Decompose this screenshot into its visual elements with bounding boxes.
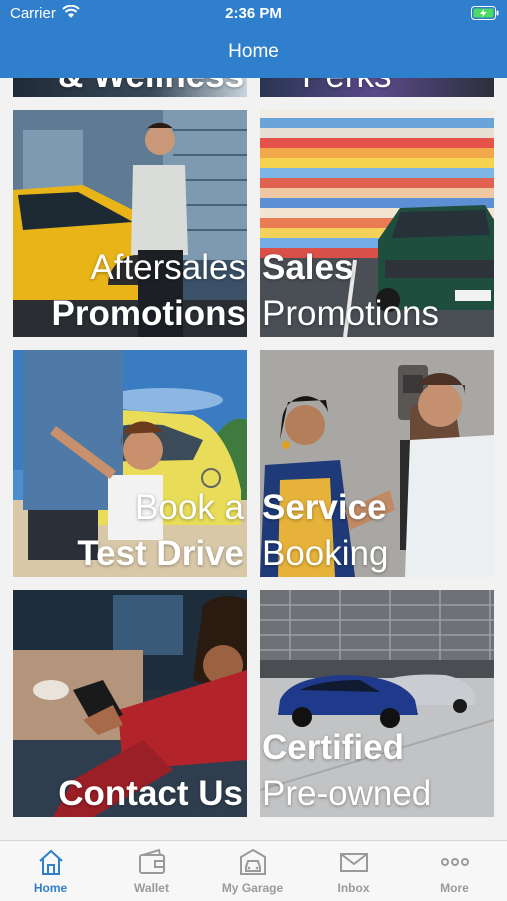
- tab-bar: Home Wallet My Garage Inbox More: [0, 840, 507, 901]
- tile-service-line1: Service: [262, 488, 387, 527]
- tile-aftersales-line2: Promotions: [51, 294, 246, 333]
- tile-perks[interactable]: Perks: [260, 78, 494, 97]
- tile-sales-line2: Promotions: [262, 294, 440, 333]
- tile-sales-line1: Sales: [262, 248, 354, 287]
- tile-service-line2: Booking: [262, 534, 389, 573]
- tile-wellness[interactable]: & Wellness: [13, 78, 247, 97]
- tile-wellness-label: & Wellness: [58, 78, 244, 97]
- tab-home-label: Home: [33, 881, 68, 895]
- tile-certified-line1: Certified: [262, 728, 404, 767]
- wallet-icon: [139, 848, 165, 874]
- status-bar: Carrier 2:36 PM: [0, 0, 507, 28]
- tile-certified-line2: Pre-owned: [262, 774, 432, 813]
- page-title: Home: [228, 41, 279, 62]
- battery-icon: [471, 6, 499, 20]
- tile-test-drive-line2: Test Drive: [77, 534, 244, 573]
- garage-icon: [240, 848, 266, 875]
- tab-inbox[interactable]: Inbox: [303, 841, 404, 901]
- tile-perks-label: Perks: [302, 78, 391, 97]
- tile-certified-pre-owned[interactable]: Certified Pre-owned: [260, 590, 494, 817]
- home-icon: [39, 849, 63, 875]
- tile-contact-us-label: Contact Us: [58, 774, 243, 813]
- inbox-icon: [340, 853, 368, 872]
- tile-test-drive-line1: Book a: [135, 488, 244, 527]
- tile-service-booking[interactable]: Service Booking: [260, 350, 494, 577]
- tile-grid[interactable]: & Wellness Perks Afters: [0, 78, 507, 840]
- tile-sales-promotions[interactable]: Sales Promotions: [260, 110, 494, 337]
- tab-wallet-label: Wallet: [134, 881, 169, 895]
- tab-more[interactable]: More: [404, 841, 505, 901]
- tab-my-garage[interactable]: My Garage: [202, 841, 303, 901]
- more-icon: [441, 858, 469, 866]
- tab-more-label: More: [440, 881, 469, 895]
- nav-bar: Home: [0, 28, 507, 78]
- tile-aftersales-line1: Aftersales: [90, 248, 246, 287]
- tile-aftersales-promotions[interactable]: Aftersales Promotions: [13, 110, 247, 337]
- tab-home[interactable]: Home: [0, 841, 101, 901]
- tile-book-test-drive[interactable]: Book a Test Drive: [13, 350, 247, 577]
- tab-inbox-label: Inbox: [337, 881, 370, 895]
- tab-wallet[interactable]: Wallet: [101, 841, 202, 901]
- tab-my-garage-label: My Garage: [221, 881, 284, 895]
- tile-contact-us[interactable]: Contact Us: [13, 590, 247, 817]
- clock: 2:36 PM: [225, 5, 282, 22]
